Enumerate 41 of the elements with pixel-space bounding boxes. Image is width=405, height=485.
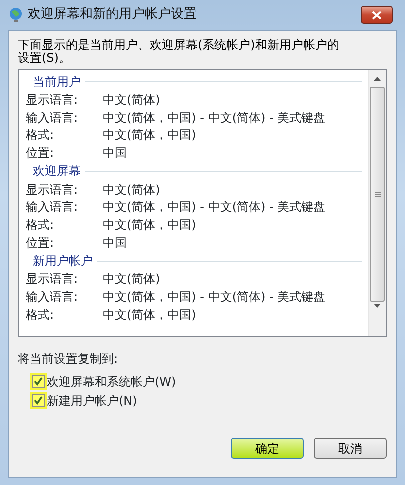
setting-label: 位置: [26, 144, 56, 162]
setting-value: 中文(简体，中国) [103, 306, 196, 324]
setting-value: 中国 [103, 144, 127, 162]
scroll-up-icon[interactable] [374, 77, 381, 81]
scrollbar[interactable] [368, 70, 386, 336]
copy-to-label: 将当前设置复制到: [18, 351, 120, 368]
description-text: 下面显示的是当前用户、欢迎屏幕(系统帐户)和新用户帐户的设置(S)。 [18, 39, 340, 65]
section-heading: 新用户帐户 [33, 253, 93, 270]
window-title: 欢迎屏幕和新的用户帐户设置 [28, 6, 197, 24]
setting-value: 中文(简体) [103, 92, 160, 109]
scroll-thumb[interactable] [370, 87, 385, 302]
close-icon [372, 11, 382, 20]
checkbox[interactable] [32, 375, 45, 388]
checkbox-label: 欢迎屏幕和系统帐户(W) [47, 374, 176, 390]
section-heading: 欢迎屏幕 [33, 163, 81, 180]
setting-value: 中文(简体，中国) [103, 216, 196, 234]
setting-label: 格式: [26, 216, 56, 234]
setting-label: 输入语言: [26, 110, 80, 127]
close-button[interactable] [361, 6, 393, 24]
setting-label: 显示语言: [26, 182, 80, 199]
ok-button[interactable]: 确定 [231, 438, 304, 459]
setting-label: 格式: [26, 127, 56, 144]
setting-label: 显示语言: [26, 271, 80, 288]
setting-value: 中文(简体) [103, 182, 160, 199]
checkbox[interactable] [32, 394, 45, 407]
setting-value: 中文(简体，中国) - 中文(简体) - 美式键盘 [103, 110, 326, 127]
section-heading: 当前用户 [33, 74, 81, 90]
setting-value: 中文(简体，中国) - 中文(简体) - 美式键盘 [103, 199, 326, 216]
setting-value: 中文(简体，中国) - 中文(简体) - 美式键盘 [103, 289, 326, 306]
setting-value: 中国 [103, 234, 127, 252]
setting-value: 中文(简体，中国) [103, 127, 196, 144]
setting-label: 输入语言: [26, 199, 80, 216]
setting-label: 显示语言: [26, 92, 80, 109]
setting-label: 输入语言: [26, 289, 80, 306]
scroll-down-icon[interactable] [374, 304, 381, 308]
setting-label: 位置: [26, 234, 56, 252]
globe-icon [8, 7, 24, 23]
setting-value: 中文(简体) [103, 271, 160, 288]
checkbox-label: 新建用户帐户(N) [47, 392, 138, 410]
setting-label: 格式: [26, 306, 56, 324]
cancel-button[interactable]: 取消 [314, 438, 387, 459]
